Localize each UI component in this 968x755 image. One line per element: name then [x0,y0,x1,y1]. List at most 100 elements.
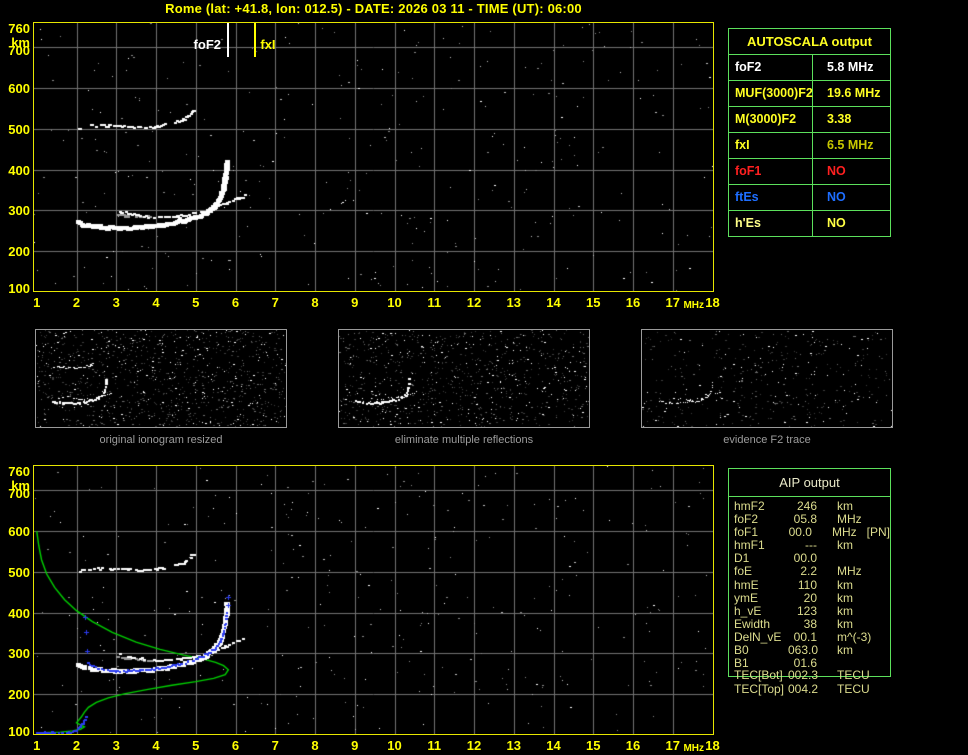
thumbnail-caption-evidence: evidence F2 trace [641,434,893,446]
thumbnail-eliminate-reflections [338,329,590,428]
aip-output-table: AIP output hmF2246kmfoF205.8MHzfoF100.0M… [728,468,891,677]
y-tick-label: 500 [0,565,30,580]
aip-unit: km [837,605,853,618]
x-axis-unit: MHz [679,300,709,311]
y-tick-label: 200 [0,244,30,259]
aip-row-foe: foE2.2 MHz [729,565,890,578]
aip-label: TEC[Top] [734,683,788,696]
aip-label: Ewidth [734,618,788,631]
aip-unit: MHz [837,565,862,578]
autoscala-row-fof2: foF25.8 MHz [729,54,890,80]
x-tick-label: 15 [580,295,606,310]
aip-unit: TECU [837,669,870,682]
y-tick-label: 500 [0,122,30,137]
autoscala-table-title: AUTOSCALA output [729,29,890,54]
aip-value: 110 [788,579,817,592]
parameter-value: NO [813,211,890,236]
y-tick-label: 760 [0,21,30,36]
top-ionogram-canvas [34,23,713,291]
x-tick-label: 10 [382,295,408,310]
aip-label: foE [734,565,788,578]
autoscala-row-muf3000f2: MUF(3000)F219.6 MHz [729,80,890,106]
aip-row-hve: h_vE123 km [729,605,890,618]
aip-row-hme: hmE110km [729,579,890,592]
thumbnail-caption-eliminate: eliminate multiple reflections [338,434,590,446]
x-tick-label: 9 [342,738,368,753]
x-tick-label: 6 [223,738,249,753]
aip-value: 123 [788,605,817,618]
x-tick-label: 12 [461,738,487,753]
autoscala-row-hes: h'EsNO [729,210,890,236]
x-tick-label: 8 [302,295,328,310]
y-tick-label: 600 [0,81,30,96]
aip-label: ymE [734,592,788,605]
x-tick-label: 15 [580,738,606,753]
x-tick-label: 5 [183,738,209,753]
autoscala-row-m3000f2: M(3000)F23.38 [729,106,890,132]
x-tick-label: 7 [262,295,288,310]
aip-label: TEC[Bot] [734,669,788,682]
x-axis-unit: MHz [679,743,709,754]
x-tick-label: 6 [223,295,249,310]
x-tick-label: 4 [143,738,169,753]
parameter-value: NO [813,185,890,210]
aip-extra: [PN] [867,526,890,539]
aip-value: 004.2 [788,683,817,696]
aip-row-tectop: TEC[Top]004.2 TECU [729,683,896,696]
thumbnail-evidence-f2 [641,329,893,428]
parameter-value: 3.38 [813,107,890,132]
x-tick-label: 1 [24,295,50,310]
fof2-marker-line [227,23,229,57]
x-tick-label: 13 [501,738,527,753]
x-tick-label: 2 [64,738,90,753]
fxi-marker-line [254,23,256,57]
aip-unit: km [837,539,853,552]
x-tick-label: 16 [620,738,646,753]
y-tick-label: 300 [0,646,30,661]
x-tick-label: 10 [382,738,408,753]
aip-row-yme: ymE20km [729,592,890,605]
parameter-label: foF1 [729,159,813,184]
aip-row-tecbot: TEC[Bot]002.3TECU [729,669,896,682]
aip-value: 2.2 [788,565,817,578]
x-tick-label: 7 [262,738,288,753]
y-axis-unit: km [0,35,30,50]
x-tick-label: 11 [421,738,447,753]
fxi-marker-label: fxI [260,37,275,52]
thumbnail-original-ionogram [35,329,287,428]
x-tick-label: 4 [143,295,169,310]
y-tick-label: 600 [0,524,30,539]
aip-unit: TECU [837,683,870,696]
thumbnail-original-canvas [36,330,286,427]
bottom-ionogram-canvas [34,466,713,734]
aip-unit: km [837,618,853,631]
x-tick-label: 3 [103,738,129,753]
y-tick-label: 400 [0,163,30,178]
y-tick-label: 400 [0,606,30,621]
autoscala-row-ftes: ftEsNO [729,184,890,210]
y-axis-unit: km [0,478,30,493]
thumbnail-eliminate-canvas [339,330,589,427]
x-tick-label: 2 [64,295,90,310]
x-tick-label: 14 [541,738,567,753]
x-tick-label: 16 [620,295,646,310]
thumbnail-caption-original: original ionogram resized [35,434,287,446]
autoscala-row-fxi: fxI6.5 MHz [729,132,890,158]
x-tick-label: 9 [342,295,368,310]
parameter-value: 6.5 MHz [813,133,890,158]
x-tick-label: 14 [541,295,567,310]
aip-label: h_vE [734,605,788,618]
parameter-label: MUF(3000)F2 [729,81,813,106]
x-tick-label: 5 [183,295,209,310]
x-tick-label: 11 [421,295,447,310]
autoscala-table-body: foF25.8 MHzMUF(3000)F219.6 MHzM(3000)F23… [729,54,890,236]
aip-unit: km [837,644,853,657]
aip-value: 38 [788,618,817,631]
x-tick-label: 13 [501,295,527,310]
aip-value: 20 [788,592,817,605]
parameter-label: M(3000)F2 [729,107,813,132]
y-tick-label: 100 [0,724,30,739]
parameter-label: h'Es [729,211,813,236]
autoscala-row-fof1: foF1NO [729,158,890,184]
parameter-label: fxI [729,133,813,158]
